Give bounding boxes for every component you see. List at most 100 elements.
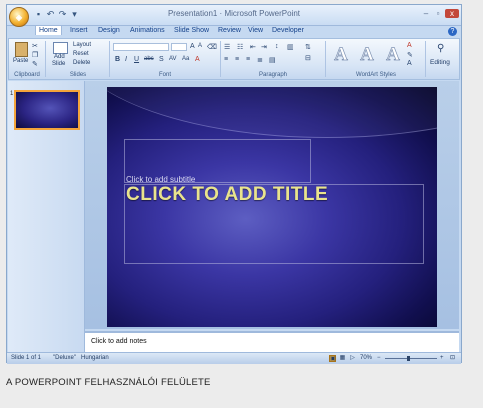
shrink-font-icon[interactable]: A [198, 43, 202, 49]
underline-button[interactable]: U [134, 56, 139, 63]
paste-label: Paste [13, 58, 29, 64]
columns-2-icon[interactable]: ▤ [269, 56, 276, 64]
layout-button[interactable]: Layout [73, 42, 91, 48]
group-separator [45, 41, 46, 77]
slideshow-view-icon[interactable]: ▷ [349, 355, 356, 362]
grow-font-icon[interactable]: A [190, 43, 195, 50]
subtitle-placeholder[interactable]: Click to add subtitle [124, 139, 311, 184]
normal-view-icon[interactable]: ▣ [329, 355, 336, 362]
font-group-label: Font [158, 72, 171, 78]
bold-button[interactable]: B [115, 56, 120, 63]
strikethrough-button[interactable]: abc [144, 56, 154, 62]
add-slide-label: Add [54, 54, 65, 60]
background-swoosh [107, 87, 437, 138]
notes-pane[interactable]: Click to add notes [85, 331, 459, 352]
align-left-icon[interactable]: ≡ [224, 56, 228, 63]
notes-placeholder-text: Click to add notes [91, 338, 147, 345]
text-direction-icon[interactable]: ⇅ [305, 43, 311, 51]
bullets-icon[interactable]: ☰ [224, 43, 230, 51]
clipboard-icon [15, 42, 28, 57]
slide-sorter-view-icon[interactable]: ▦ [339, 355, 346, 362]
title-bar: ◈ ▪ ↶ ↷ ▾ Presentation1 · Microsoft Powe… [7, 5, 461, 27]
new-slide-icon [53, 42, 68, 54]
font-color-button[interactable]: A [195, 56, 200, 63]
columns-icon[interactable]: ▥ [287, 43, 294, 51]
delete-button[interactable]: Delete [73, 60, 90, 66]
font-size-dropdown[interactable] [171, 43, 187, 51]
character-spacing-button[interactable]: AV [169, 56, 177, 62]
new-slide-button[interactable]: Add Slide [49, 41, 71, 71]
subtitle-placeholder-text: Click to add subtitle [126, 175, 196, 184]
text-effects-icon[interactable]: A [407, 60, 412, 67]
text-fill-icon[interactable]: A [407, 42, 412, 49]
paragraph-group-label: Paragraph [258, 72, 288, 78]
increase-indent-icon[interactable]: ⇥ [261, 43, 267, 51]
maximize-button[interactable]: ▫ [433, 9, 443, 18]
binoculars-icon: ⚲ [437, 43, 445, 54]
cut-icon[interactable]: ✂ [32, 42, 38, 50]
tab-developer[interactable]: Developer [269, 26, 307, 35]
tab-animations[interactable]: Animations [127, 26, 168, 35]
zoom-slider-knob[interactable] [407, 356, 410, 361]
editing-button[interactable]: ⚲ Editing [429, 41, 459, 77]
close-button[interactable]: x [445, 9, 459, 18]
add-slide-label-2: Slide [52, 61, 66, 67]
slide-thumbnail[interactable] [14, 90, 80, 130]
title-placeholder-text: CLICK TO ADD TITLE [126, 184, 329, 205]
align-right-icon[interactable]: ≡ [246, 56, 250, 63]
clipboard-group-label: Clipboard [14, 72, 40, 78]
slide-count: Slide 1 of 1 [11, 355, 42, 361]
font-name-dropdown[interactable] [113, 43, 169, 51]
clear-formatting-icon[interactable]: ⌫ [207, 43, 217, 51]
decrease-indent-icon[interactable]: ⇤ [250, 43, 256, 51]
wordart-style-2[interactable]: A [357, 44, 377, 66]
zoom-level[interactable]: 70% [360, 355, 372, 361]
theme-name: "Deluxe" [53, 355, 76, 361]
text-shadow-button[interactable]: S [159, 56, 164, 63]
help-icon[interactable]: ? [448, 27, 457, 36]
powerpoint-window: ◈ ▪ ↶ ↷ ▾ Presentation1 · Microsoft Powe… [6, 4, 462, 364]
line-spacing-icon[interactable]: ↕ [275, 43, 279, 50]
tab-insert[interactable]: Insert [67, 26, 91, 35]
slide-canvas[interactable]: Click to add subtitle CLICK TO ADD TITLE [107, 87, 437, 327]
wordart-style-1[interactable]: A [331, 44, 351, 66]
wordart-group-label: WordArt Styles [356, 72, 396, 78]
fit-to-window-icon[interactable]: ⊡ [449, 355, 456, 362]
change-case-button[interactable]: Aa [182, 56, 189, 62]
zoom-slider[interactable] [385, 356, 437, 361]
minimize-button[interactable]: – [421, 9, 431, 18]
align-center-icon[interactable]: ≡ [235, 56, 239, 63]
text-outline-icon[interactable]: ✎ [407, 51, 413, 59]
italic-button[interactable]: I [125, 56, 127, 63]
align-text-icon[interactable]: ⊟ [305, 54, 311, 62]
tab-review[interactable]: Review [215, 26, 244, 35]
tab-home[interactable]: Home [35, 25, 62, 35]
zoom-out-button[interactable]: − [377, 355, 381, 361]
zoom-in-button[interactable]: + [440, 355, 444, 361]
slides-panel: 1 [8, 81, 85, 352]
slide-editing-area: Click to add subtitle CLICK TO ADD TITLE [85, 81, 459, 329]
tab-slide-show[interactable]: Slide Show [171, 26, 212, 35]
reset-button[interactable]: Reset [73, 51, 89, 57]
title-placeholder[interactable]: CLICK TO ADD TITLE [124, 184, 424, 264]
paste-button[interactable]: Paste [12, 41, 30, 67]
language-indicator[interactable]: Hungarian [81, 355, 109, 361]
format-painter-icon[interactable]: ✎ [32, 60, 38, 68]
group-separator [109, 41, 110, 77]
group-separator [425, 41, 426, 77]
copy-icon[interactable]: ❐ [32, 51, 38, 59]
group-separator [325, 41, 326, 77]
wordart-style-3[interactable]: A [383, 44, 403, 66]
tab-view[interactable]: View [245, 26, 266, 35]
justify-icon[interactable]: ≣ [257, 56, 263, 64]
numbering-icon[interactable]: ☷ [237, 43, 243, 51]
figure-caption: A POWERPOINT FELHASZNÁLÓI FELÜLETE [6, 377, 211, 388]
window-title: Presentation1 · Microsoft PowerPoint [167, 9, 301, 18]
editing-label: Editing [430, 59, 450, 66]
slides-group-label: Slides [69, 72, 87, 78]
slide-thumbnail-number: 1 [10, 91, 14, 97]
ribbon: Paste ✂ ❐ ✎ Clipboard Add Slide Layout R… [8, 38, 460, 80]
status-bar: Slide 1 of 1 "Deluxe" Hungarian ▣ ▦ ▷ 70… [7, 352, 461, 364]
tab-design[interactable]: Design [95, 26, 123, 35]
group-separator [220, 41, 221, 77]
